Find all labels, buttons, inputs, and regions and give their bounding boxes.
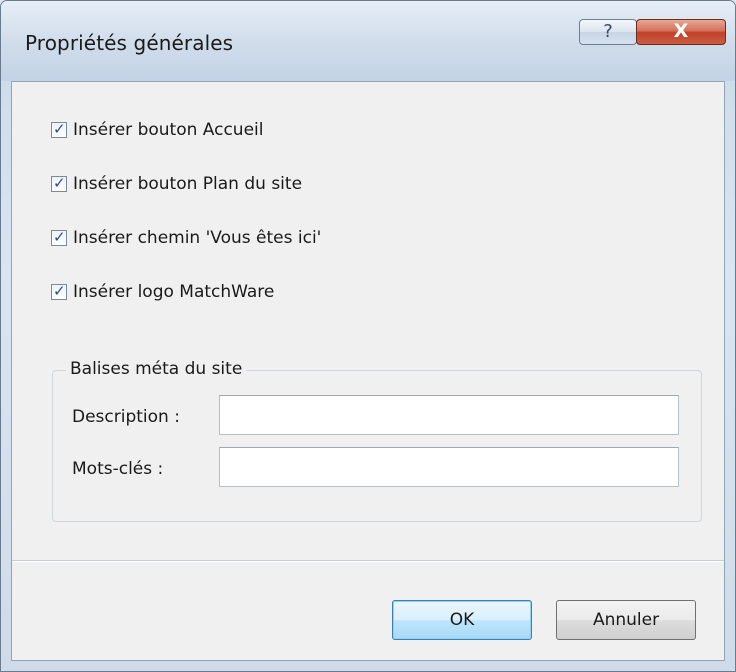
option-label[interactable]: Insérer bouton Accueil [73,120,264,140]
help-button[interactable]: ? [579,19,637,45]
check-icon: ✓ [53,174,66,192]
close-icon: X [673,20,689,42]
option-insert-breadcrumb[interactable]: ✓ Insérer chemin 'Vous êtes ici' [51,226,321,250]
group-title: Balises méta du site [66,359,247,379]
option-insert-logo[interactable]: ✓ Insérer logo MatchWare [51,280,274,304]
option-insert-home-button[interactable]: ✓ Insérer bouton Accueil [51,118,264,142]
help-icon: ? [603,21,613,42]
dialog-body: ✓ Insérer bouton Accueil ✓ Insérer bouto… [11,81,725,661]
dialog-window: Propriétés générales ? X ✓ Insérer bouto… [0,0,736,672]
footer-divider [12,560,724,562]
keywords-label: Mots-clés : [72,459,164,479]
meta-tags-group: Balises méta du site Description : Mots-… [52,359,702,522]
title-bar[interactable]: Propriétés générales ? X [1,1,735,81]
check-icon: ✓ [53,228,66,246]
check-icon: ✓ [53,282,66,300]
option-label[interactable]: Insérer logo MatchWare [73,282,274,302]
checkbox[interactable]: ✓ [51,120,67,138]
description-input[interactable] [219,395,679,435]
keywords-input[interactable] [219,447,679,487]
check-icon: ✓ [53,120,66,138]
close-button[interactable]: X [636,19,726,45]
checkbox[interactable]: ✓ [51,228,67,246]
option-label[interactable]: Insérer bouton Plan du site [73,174,302,194]
option-label[interactable]: Insérer chemin 'Vous êtes ici' [73,228,321,248]
checkbox[interactable]: ✓ [51,282,67,300]
checkbox[interactable]: ✓ [51,174,67,192]
cancel-button[interactable]: Annuler [556,600,696,640]
description-label: Description : [72,407,180,427]
dialog-title: Propriétés générales [25,31,234,55]
ok-button[interactable]: OK [392,600,532,640]
option-insert-sitemap-button[interactable]: ✓ Insérer bouton Plan du site [51,172,302,196]
